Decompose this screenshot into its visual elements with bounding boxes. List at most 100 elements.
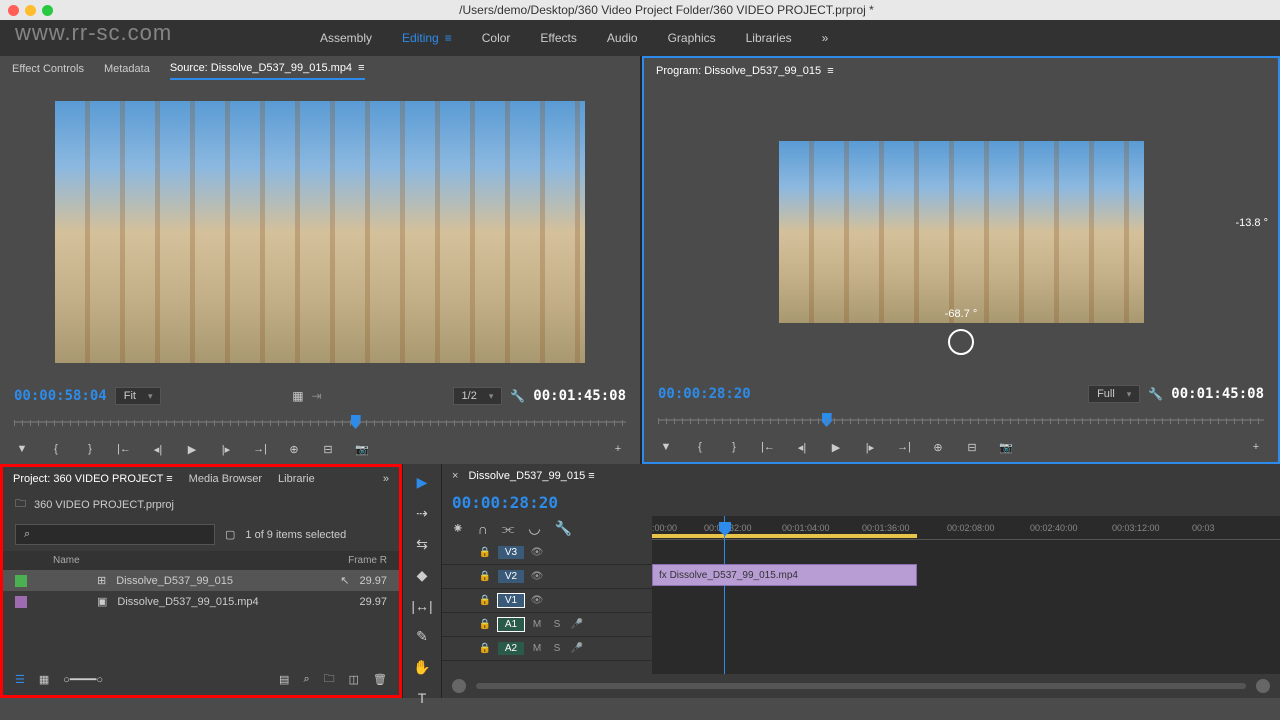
- source-zoom-dropdown[interactable]: 1/2▾: [453, 387, 503, 405]
- add-button-icon[interactable]: +: [1248, 441, 1264, 453]
- close-sequence-icon[interactable]: ×: [452, 470, 458, 482]
- auto-sequence-icon[interactable]: ▤: [279, 673, 289, 686]
- column-name[interactable]: Name: [53, 555, 348, 566]
- column-framerate[interactable]: Frame R: [348, 555, 387, 566]
- go-out-icon[interactable]: →|: [252, 443, 268, 455]
- snap-icon[interactable]: ⁕: [452, 520, 464, 537]
- marker-icon[interactable]: ◡: [528, 520, 540, 537]
- timeline-clip[interactable]: fx Dissolve_D537_99_015.mp4: [652, 564, 917, 586]
- track-select-tool-icon[interactable]: ⇢: [416, 505, 428, 522]
- program-monitor[interactable]: [779, 141, 1144, 323]
- panel-overflow-icon[interactable]: »: [383, 473, 389, 485]
- linked-selection-icon[interactable]: ⫘: [502, 520, 515, 537]
- hand-tool-icon[interactable]: ✋: [413, 659, 430, 676]
- source-fit-dropdown[interactable]: Fit▾: [115, 387, 162, 405]
- play-icon[interactable]: ▶: [184, 443, 200, 456]
- step-forward-icon[interactable]: |▸: [218, 443, 234, 456]
- workspace-graphics[interactable]: Graphics: [668, 31, 716, 45]
- lock-icon[interactable]: 🔒: [478, 595, 492, 606]
- project-item[interactable]: ▣ Dissolve_D537_99_015.mp4 29.97: [3, 591, 399, 612]
- window-maximize[interactable]: [42, 5, 53, 16]
- settings-icon[interactable]: 🔧: [555, 520, 572, 537]
- trash-icon[interactable]: 🗑: [373, 673, 387, 686]
- workspace-editing[interactable]: Editing ≡: [402, 31, 452, 45]
- workspace-assembly[interactable]: Assembly: [320, 31, 372, 45]
- mark-in-bracket-icon[interactable]: {: [48, 443, 64, 455]
- timeline-canvas[interactable]: :00:00 00:00:32:00 00:01:04:00 00:01:36:…: [652, 516, 1280, 674]
- track-v1[interactable]: 🔒V1👁: [442, 589, 652, 613]
- project-item[interactable]: ⊞ Dissolve_D537_99_015 ↖ 29.97: [3, 570, 399, 591]
- source-insert-icon[interactable]: ⇥: [312, 389, 322, 403]
- lock-icon[interactable]: 🔒: [478, 643, 492, 654]
- zoom-handle-right[interactable]: [1256, 679, 1270, 693]
- track-a2[interactable]: 🔒A2MS🎤: [442, 637, 652, 661]
- mark-out-bracket-icon[interactable]: }: [726, 441, 742, 453]
- source-scrubber[interactable]: [0, 410, 640, 434]
- find-icon[interactable]: ⌕: [303, 673, 309, 686]
- filter-icon[interactable]: ▢: [225, 528, 235, 541]
- step-back-icon[interactable]: ◂|: [150, 443, 166, 456]
- work-area-bar[interactable]: [652, 534, 917, 538]
- mark-in-icon[interactable]: ▼: [14, 443, 30, 455]
- project-search[interactable]: ⌕: [15, 524, 215, 545]
- source-timecode-in[interactable]: 00:00:58:04: [14, 388, 107, 404]
- label-color[interactable]: [15, 596, 27, 608]
- zoom-slider[interactable]: ○━━━━○: [63, 673, 103, 686]
- step-forward-icon[interactable]: |▸: [862, 441, 878, 454]
- play-icon[interactable]: ▶: [828, 441, 844, 454]
- vr-orientation-icon[interactable]: [948, 329, 974, 355]
- program-fit-dropdown[interactable]: Full▾: [1088, 385, 1140, 403]
- voice-icon[interactable]: 🎤: [570, 619, 584, 630]
- solo-icon[interactable]: S: [550, 619, 564, 630]
- extract-icon[interactable]: ⊟: [964, 441, 980, 454]
- export-frame-icon[interactable]: 📷: [998, 441, 1014, 454]
- add-button-icon[interactable]: +: [610, 443, 626, 455]
- track-v3[interactable]: 🔒V3👁: [442, 541, 652, 565]
- program-timecode-in[interactable]: 00:00:28:20: [658, 386, 751, 402]
- window-minimize[interactable]: [25, 5, 36, 16]
- workspace-effects[interactable]: Effects: [540, 31, 576, 45]
- workspace-color[interactable]: Color: [482, 31, 511, 45]
- timeline-timecode[interactable]: 00:00:28:20: [452, 493, 558, 512]
- type-tool-icon[interactable]: T: [418, 690, 427, 706]
- magnet-icon[interactable]: ∩: [478, 521, 488, 537]
- toggle-output-icon[interactable]: 👁: [530, 595, 544, 606]
- insert-icon[interactable]: ⊕: [286, 443, 302, 456]
- track-a1[interactable]: 🔒A1MS🎤: [442, 613, 652, 637]
- workspace-libraries[interactable]: Libraries: [746, 31, 792, 45]
- pen-tool-icon[interactable]: ✎: [416, 628, 428, 645]
- toggle-output-icon[interactable]: 👁: [530, 571, 544, 582]
- voice-icon[interactable]: 🎤: [570, 643, 584, 654]
- list-view-icon[interactable]: ☰: [15, 673, 25, 686]
- go-in-icon[interactable]: |←: [760, 441, 776, 453]
- new-bin-icon[interactable]: 🗀: [324, 670, 335, 689]
- program-settings-icon[interactable]: 🔧: [1148, 387, 1163, 401]
- tab-effect-controls[interactable]: Effect Controls: [12, 59, 84, 79]
- program-scrubber[interactable]: [644, 408, 1278, 432]
- step-back-icon[interactable]: ◂|: [794, 441, 810, 454]
- export-frame-icon[interactable]: 📷: [354, 443, 370, 456]
- label-color[interactable]: [15, 575, 27, 587]
- go-out-icon[interactable]: →|: [896, 441, 912, 453]
- horizontal-scrollbar[interactable]: [476, 683, 1246, 689]
- overwrite-icon[interactable]: ⊟: [320, 443, 336, 456]
- sequence-tab[interactable]: Dissolve_D537_99_015 ≡: [468, 466, 594, 486]
- source-monitor[interactable]: [55, 101, 585, 363]
- mute-icon[interactable]: M: [530, 619, 544, 630]
- lock-icon[interactable]: 🔒: [478, 547, 492, 558]
- solo-icon[interactable]: S: [550, 643, 564, 654]
- track-v2[interactable]: 🔒V2👁: [442, 565, 652, 589]
- tab-project[interactable]: Project: 360 VIDEO PROJECT ≡: [13, 469, 173, 489]
- hamburger-icon[interactable]: ≡: [445, 31, 452, 45]
- workspace-overflow[interactable]: »: [822, 31, 829, 45]
- lift-icon[interactable]: ⊕: [930, 441, 946, 454]
- tab-metadata[interactable]: Metadata: [104, 59, 150, 79]
- time-ruler[interactable]: :00:00 00:00:32:00 00:01:04:00 00:01:36:…: [652, 516, 1280, 540]
- settings-icon[interactable]: 🔧: [510, 389, 525, 403]
- tab-media-browser[interactable]: Media Browser: [189, 469, 262, 489]
- new-item-icon[interactable]: ◫: [349, 673, 359, 686]
- tab-program[interactable]: Program: Dissolve_D537_99_015 ≡: [656, 61, 834, 81]
- resolution-icon[interactable]: ▦: [292, 389, 303, 403]
- mark-in-icon[interactable]: ▼: [658, 441, 674, 453]
- zoom-handle-left[interactable]: [452, 679, 466, 693]
